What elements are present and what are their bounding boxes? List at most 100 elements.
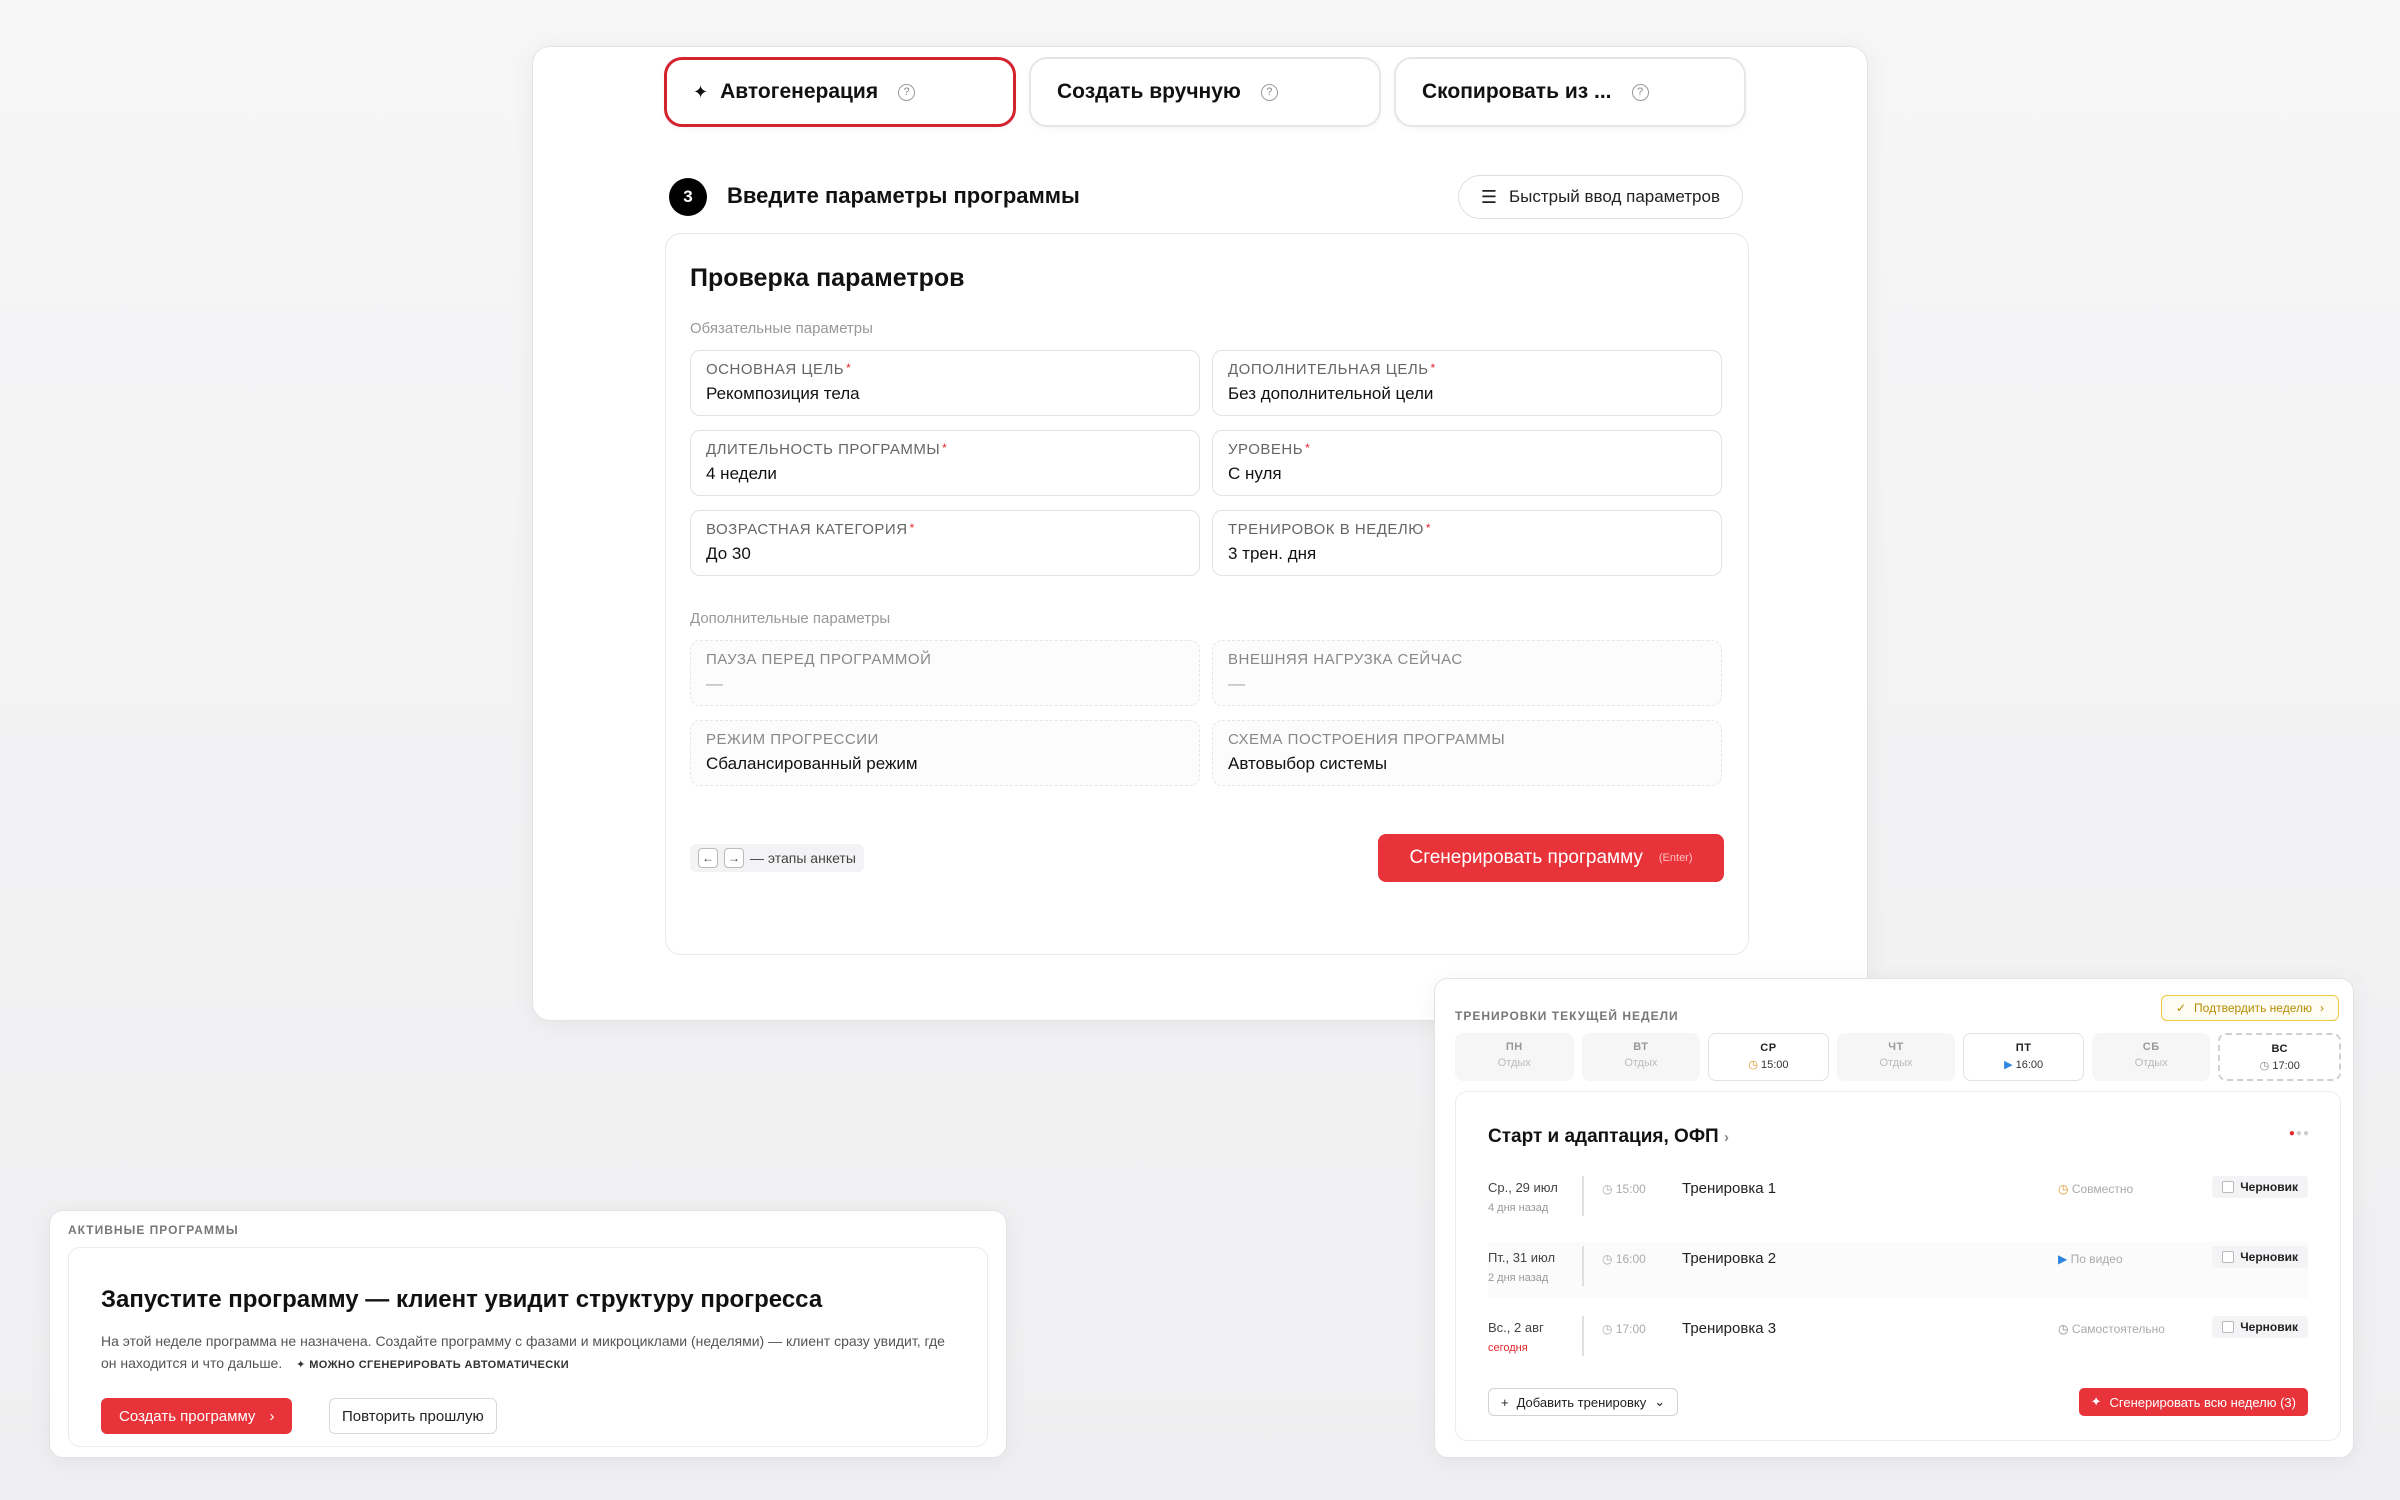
field-progression-mode[interactable]: Режим прогрессии Сбалансированный режим: [690, 720, 1200, 786]
week-days: ПН Отдых ВТ Отдых СР ◷ 15:00 ЧТ Отдых ПТ ▶ 16…: [1455, 1033, 2342, 1081]
status-badge[interactable]: Черновик: [2212, 1316, 2308, 1338]
progress-dots-icon: ●●●: [2288, 1128, 2310, 1139]
field-value: Сбалансированный режим: [706, 754, 918, 773]
divider: [1582, 1176, 1584, 1216]
params-title: Проверка параметров: [690, 264, 965, 292]
checkbox-icon: [2222, 1181, 2235, 1193]
field-external-load[interactable]: Внешняя нагрузка сейчас —: [1212, 640, 1722, 706]
field-age-category[interactable]: Возрастная категория * До 30: [690, 510, 1200, 576]
generate-program-button[interactable]: Сгенерировать программу (Enter): [1378, 834, 1724, 882]
arrow-left-icon: ←: [698, 848, 718, 868]
field-value: С нуля: [1228, 464, 1282, 483]
field-label: Длительность программы: [706, 441, 941, 458]
training-date: Пт., 31 июл: [1488, 1250, 1556, 1265]
shortcut-hint: (Enter): [1658, 852, 1693, 864]
field-value: Рекомпозиция тела: [706, 384, 860, 403]
tab-label: Создать вручную: [1057, 80, 1241, 103]
phase-title[interactable]: Старт и адаптация, ОФП ›: [1488, 1126, 1729, 1148]
chevron-right-icon: ›: [2320, 1001, 2324, 1015]
add-training-button[interactable]: + Добавить тренировку ⌄: [1488, 1388, 1679, 1416]
auto-generate-note: ✦ МОЖНО СГЕНЕРИРОВАТЬ АВТОМАТИЧЕСКИ: [296, 1359, 570, 1371]
create-program-button[interactable]: Создать программу ›: [101, 1398, 293, 1434]
help-icon[interactable]: ?: [1260, 83, 1278, 101]
divider: [1582, 1316, 1584, 1356]
day-wed[interactable]: СР ◷ 15:00: [1708, 1033, 1829, 1081]
clock-icon: ◷: [1602, 1322, 1613, 1336]
repeat-last-button[interactable]: Повторить прошлую: [329, 1398, 497, 1434]
field-value: —: [1228, 674, 1245, 693]
training-name: Тренировка 3: [1682, 1320, 1777, 1337]
day-sat[interactable]: СБ Отдых: [2091, 1033, 2211, 1081]
required-params-label: Обязательные параметры: [690, 320, 873, 337]
field-label: Режим прогрессии: [706, 731, 879, 748]
phase-card: Старт и адаптация, ОФП › ●●● Ср., 29 июл…: [1455, 1091, 2341, 1441]
field-label: Уровень: [1228, 441, 1304, 458]
training-date: Вс., 2 авг: [1488, 1320, 1544, 1335]
check-icon: ✓: [2175, 1001, 2187, 1015]
training-mode: Самостоятельно: [2071, 1322, 2165, 1336]
clock-icon: ◷: [2058, 1322, 2069, 1336]
generate-label: Сгенерировать программу: [1409, 847, 1643, 868]
params-review-card: Проверка параметров Обязательные парамет…: [665, 233, 1749, 955]
chevron-down-icon: ⌄: [1654, 1394, 1666, 1409]
field-program-scheme[interactable]: Схема построения программы Автовыбор сис…: [1212, 720, 1722, 786]
sparkle-icon: ✦: [693, 81, 709, 102]
field-value: Автовыбор системы: [1228, 754, 1388, 773]
field-label: Пауза перед программой: [706, 651, 932, 668]
week-caption: Тренировки текущей недели: [1455, 1009, 1679, 1023]
status-badge[interactable]: Черновик: [2212, 1246, 2308, 1268]
tab-autogeneration[interactable]: ✦ Автогенерация ?: [664, 57, 1016, 127]
tab-copy-from[interactable]: Скопировать из ... ?: [1394, 57, 1746, 127]
generate-week-button[interactable]: ✦ Сгенерировать всю неделю (3): [2078, 1388, 2308, 1416]
field-value: 3 трен. дня: [1228, 544, 1317, 563]
step-number-badge: 3: [669, 178, 707, 216]
current-week-panel: Тренировки текущей недели ✓ Подтвердить …: [1434, 978, 2354, 1458]
field-program-duration[interactable]: Длительность программы * 4 недели: [690, 430, 1200, 496]
active-programs-panel: Активные программы Запустите программу —…: [49, 1210, 1007, 1458]
empty-program-title: Запустите программу — клиент увидит стру…: [101, 1286, 823, 1313]
optional-params-label: Дополнительные параметры: [690, 610, 891, 627]
step-title: Введите параметры программы: [727, 183, 1080, 208]
help-icon[interactable]: ?: [898, 83, 916, 101]
day-fri[interactable]: ПТ ▶ 16:00: [1963, 1033, 2084, 1081]
status-badge[interactable]: Черновик: [2212, 1176, 2308, 1198]
training-relative-date: 2 дня назад: [1488, 1272, 1549, 1284]
help-icon[interactable]: ?: [1631, 83, 1649, 101]
field-label: Дополнительная цель: [1228, 361, 1429, 378]
training-row[interactable]: Пт., 31 июл 2 дня назад ◷ 16:00 Трениров…: [1488, 1242, 2308, 1298]
keyboard-hint: ← → — этапы анкеты: [690, 844, 864, 872]
hint-text: — этапы анкеты: [750, 850, 856, 866]
checkbox-icon: [2222, 1321, 2235, 1333]
program-creation-panel: ✦ Автогенерация ? Создать вручную ? Скоп…: [532, 46, 1868, 1021]
day-sun[interactable]: ВС ◷ 17:00: [2218, 1033, 2342, 1081]
play-icon: ▶: [2004, 1059, 2013, 1071]
day-mon[interactable]: ПН Отдых: [1455, 1033, 1574, 1081]
tab-create-manually[interactable]: Создать вручную ?: [1029, 57, 1381, 127]
tab-label: Автогенерация: [720, 80, 879, 103]
active-programs-caption: Активные программы: [68, 1223, 239, 1237]
training-row[interactable]: Вс., 2 авг сегодня ◷ 17:00 Тренировка 3 …: [1488, 1312, 2308, 1368]
field-value: 4 недели: [706, 464, 777, 483]
day-tue[interactable]: ВТ Отдых: [1581, 1033, 1701, 1081]
training-name: Тренировка 1: [1682, 1180, 1777, 1197]
field-trainings-per-week[interactable]: Тренировок в неделю * 3 трен. дня: [1212, 510, 1722, 576]
field-level[interactable]: Уровень * С нуля: [1212, 430, 1722, 496]
field-label: Основная цель: [706, 361, 845, 378]
field-secondary-goal[interactable]: Дополнительная цель * Без дополнительной …: [1212, 350, 1722, 416]
training-row[interactable]: Ср., 29 июл 4 дня назад ◷ 15:00 Трениров…: [1488, 1172, 2308, 1228]
field-label: Тренировок в неделю: [1228, 521, 1424, 538]
training-relative-date: сегодня: [1488, 1342, 1528, 1354]
training-relative-date: 4 дня назад: [1488, 1202, 1549, 1214]
field-label: Возрастная категория: [706, 521, 908, 538]
field-main-goal[interactable]: Основная цель * Рекомпозиция тела: [690, 350, 1200, 416]
day-thu[interactable]: ЧТ Отдых: [1836, 1033, 1956, 1081]
field-pause-before-program[interactable]: Пауза перед программой —: [690, 640, 1200, 706]
divider: [1582, 1246, 1584, 1286]
field-label: Схема построения программы: [1228, 731, 1506, 748]
arrow-right-icon: →: [724, 848, 744, 868]
quick-input-button[interactable]: ☰ Быстрый ввод параметров: [1457, 175, 1743, 219]
training-date: Ср., 29 июл: [1488, 1180, 1558, 1195]
checkbox-icon: [2222, 1251, 2235, 1263]
confirm-week-button[interactable]: ✓ Подтвердить неделю ›: [2160, 995, 2339, 1021]
training-time: 17:00: [1615, 1322, 1646, 1336]
